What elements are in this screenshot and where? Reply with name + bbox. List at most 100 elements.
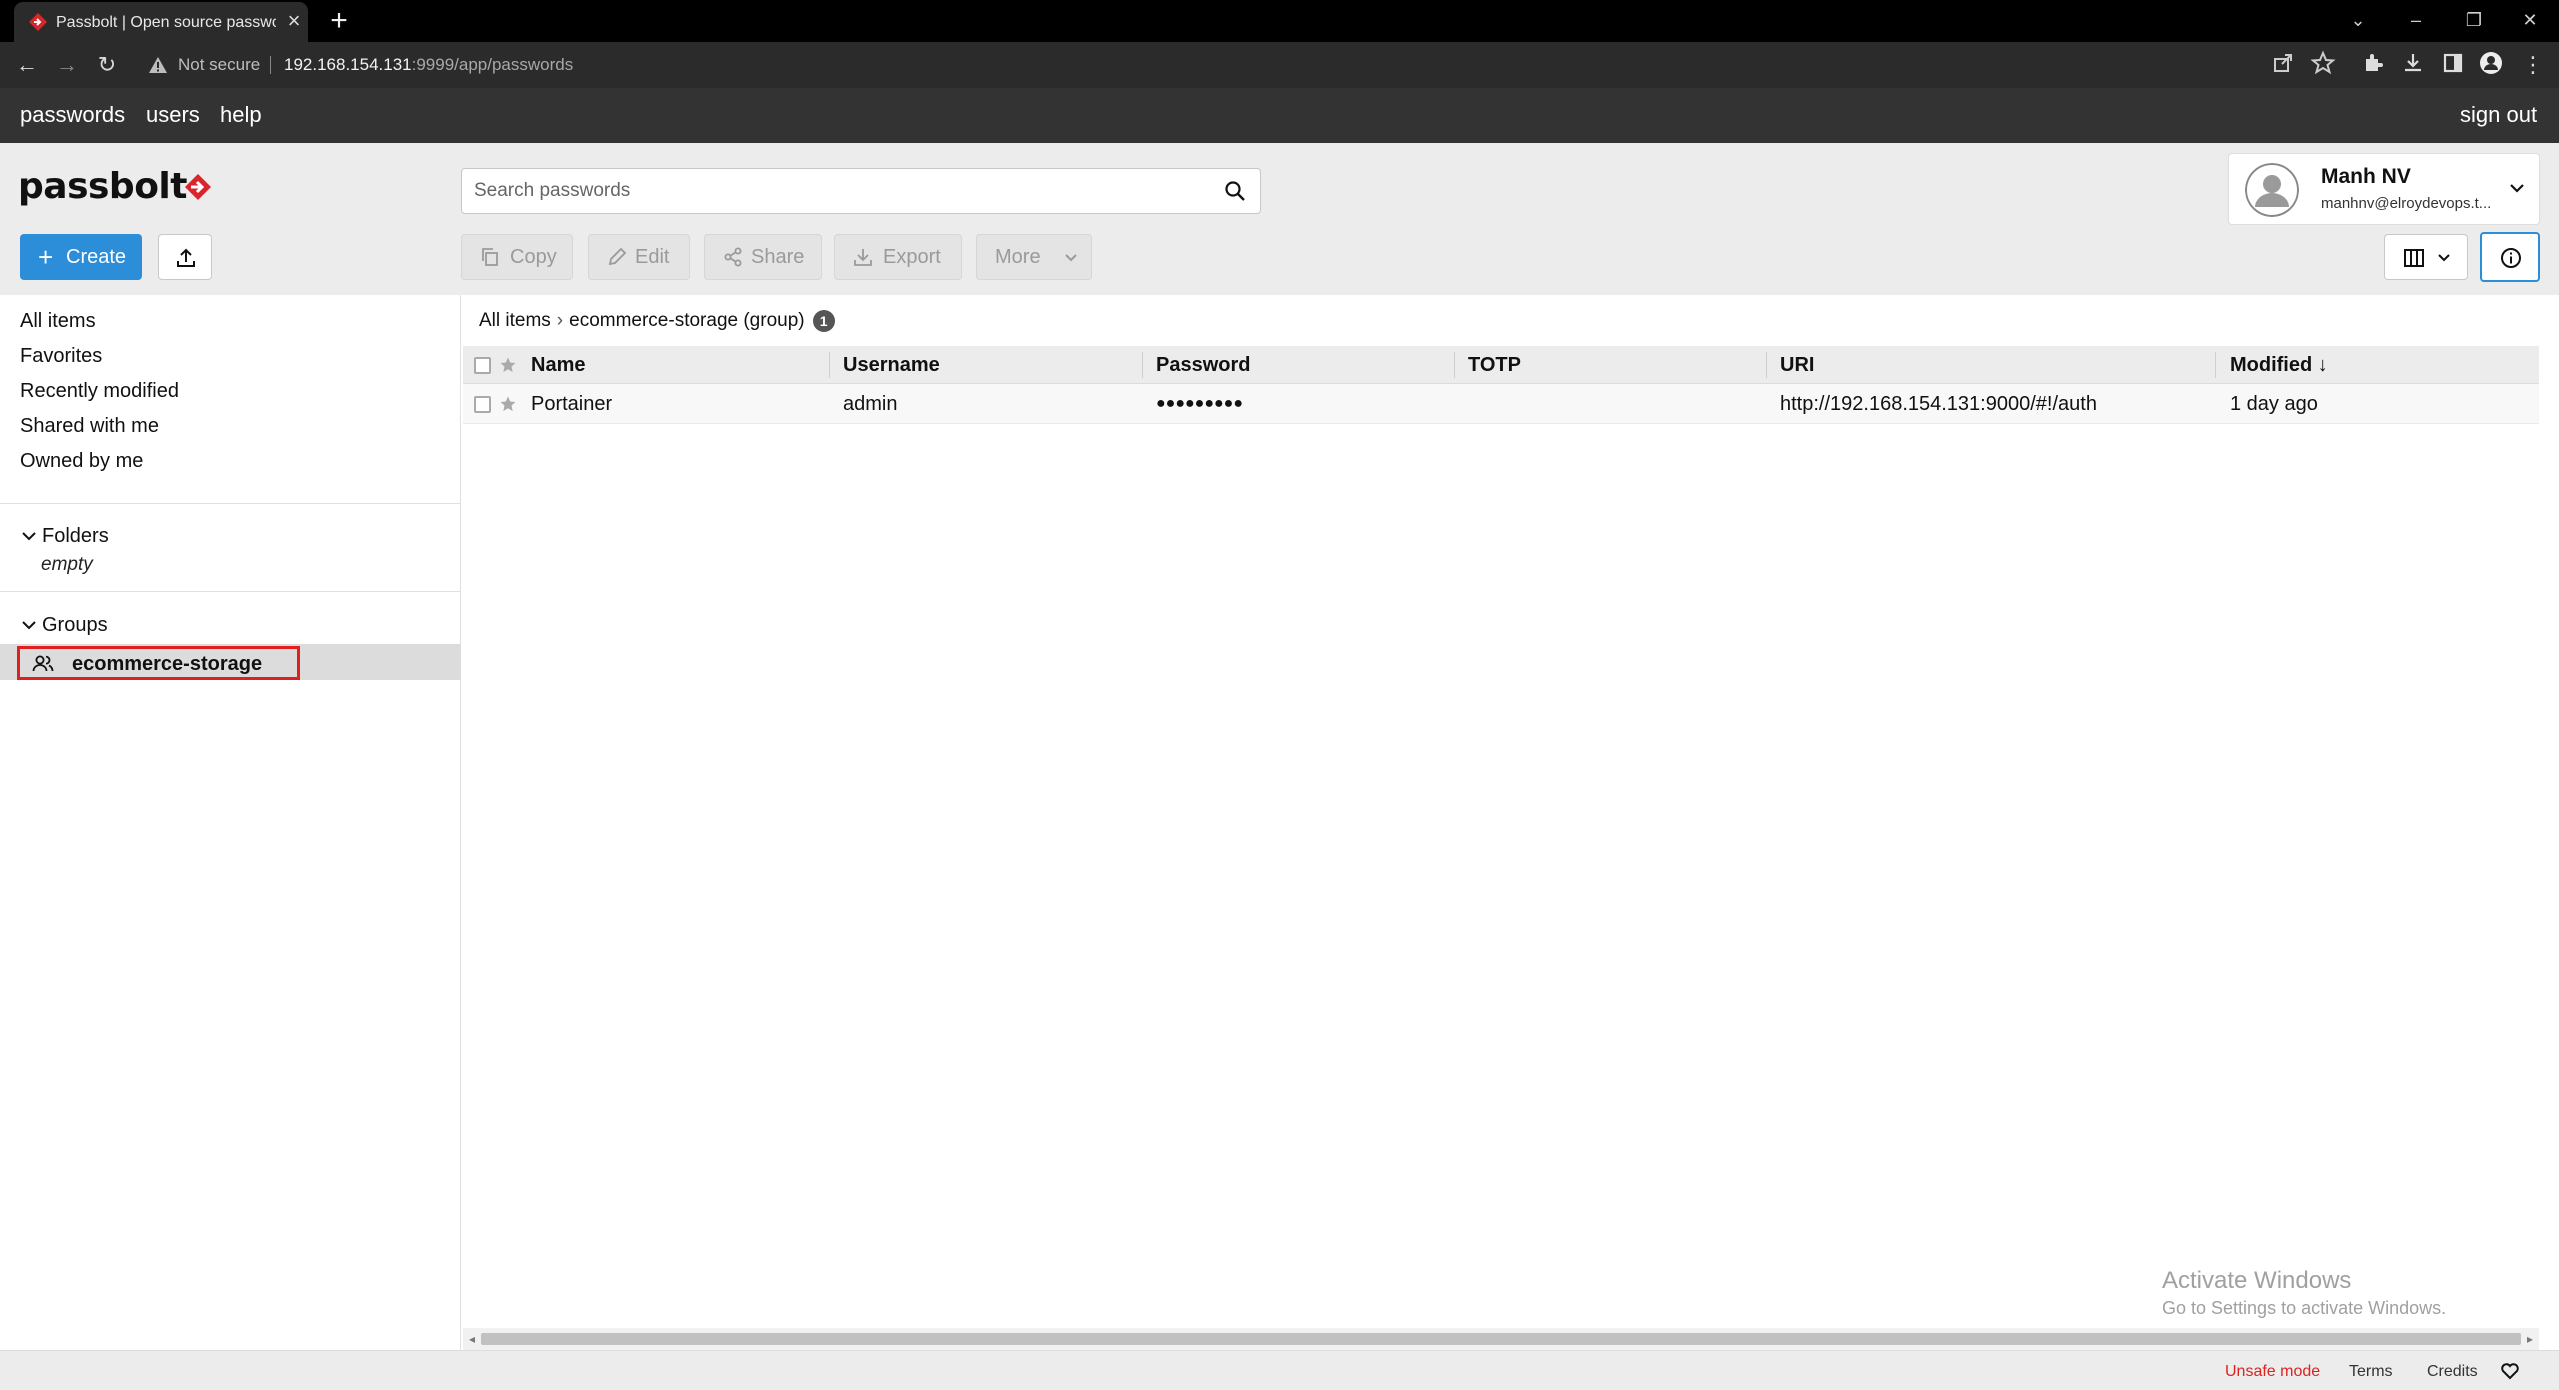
folders-header[interactable]: Folders: [20, 523, 220, 549]
heart-icon[interactable]: [2500, 1361, 2520, 1381]
minimize-icon[interactable]: –: [2396, 4, 2436, 36]
extensions-icon[interactable]: [2360, 50, 2386, 76]
new-tab-icon[interactable]: +: [324, 6, 354, 36]
url-text[interactable]: 192.168.154.131:9999/app/passwords: [284, 54, 573, 76]
filter-shared-with-me[interactable]: Shared with me: [20, 413, 159, 439]
column-uri[interactable]: URI: [1780, 346, 1814, 384]
column-password[interactable]: Password: [1156, 346, 1250, 384]
row-checkbox[interactable]: [474, 396, 491, 413]
terms-link[interactable]: Terms: [2349, 1361, 2393, 1383]
copy-label: Copy: [510, 246, 557, 268]
breadcrumb-root[interactable]: All items: [479, 307, 551, 335]
download-icon[interactable]: [2400, 50, 2426, 76]
share-page-icon[interactable]: [2270, 50, 2296, 76]
create-button[interactable]: + Create: [20, 234, 142, 280]
export-icon: [854, 249, 872, 266]
search-box: [461, 168, 1261, 214]
column-modified[interactable]: Modified ↓: [2230, 346, 2328, 384]
omnibox[interactable]: Not secure 192.168.154.131:9999/app/pass…: [136, 48, 2296, 82]
scrollbar-thumb[interactable]: [481, 1333, 2521, 1345]
column-resize-handle[interactable]: [1454, 352, 1455, 378]
sidebar-divider: [0, 503, 461, 504]
cell-name[interactable]: Portainer: [531, 384, 612, 424]
reload-icon[interactable]: ↻: [92, 50, 122, 80]
scroll-right-icon[interactable]: ▸: [2523, 1331, 2537, 1347]
share-button[interactable]: Share: [704, 234, 822, 280]
close-window-icon[interactable]: ✕: [2510, 4, 2550, 36]
column-resize-handle[interactable]: [829, 352, 830, 378]
not-secure-label[interactable]: Not secure: [178, 54, 260, 76]
bookmark-star-icon[interactable]: [2310, 50, 2336, 76]
nav-users[interactable]: users: [146, 102, 200, 128]
tab-search-icon[interactable]: ⌄: [2338, 4, 2378, 36]
import-button[interactable]: [158, 234, 212, 280]
column-totp[interactable]: TOTP: [1468, 346, 1521, 384]
nav-help[interactable]: help: [220, 102, 262, 128]
groups-header[interactable]: Groups: [20, 612, 220, 638]
info-button[interactable]: [2480, 232, 2540, 282]
groups-label: Groups: [42, 614, 108, 636]
browser-tab[interactable]: Passbolt | Open source password manager …: [14, 2, 308, 42]
sidebar-item-ecommerce-storage[interactable]: ecommerce-storage: [0, 644, 461, 680]
breadcrumb-current[interactable]: ecommerce-storage (group): [569, 307, 804, 335]
horizontal-scrollbar[interactable]: ◂ ▸: [463, 1328, 2539, 1350]
grid-header: Name Username Password TOTP URI Modified…: [463, 346, 2539, 384]
password-grid: Name Username Password TOTP URI Modified…: [463, 346, 2539, 1326]
group-label: ecommerce-storage: [72, 653, 263, 675]
sign-out-link[interactable]: sign out: [2460, 102, 2537, 128]
columns-icon: [2404, 249, 2424, 267]
forward-icon[interactable]: →: [52, 50, 82, 80]
unsafe-mode-link[interactable]: Unsafe mode: [2225, 1361, 2320, 1383]
back-icon[interactable]: ←: [12, 50, 42, 80]
search-input[interactable]: [462, 169, 1202, 213]
filter-owned-by-me[interactable]: Owned by me: [20, 448, 143, 474]
app-header: passbolt Manh NV manhnv@elroydevops.t...…: [0, 143, 2559, 295]
user-email: manhnv@elroydevops.t...: [2321, 195, 2492, 212]
column-resize-handle[interactable]: [1142, 352, 1143, 378]
scroll-left-icon[interactable]: ◂: [465, 1331, 479, 1347]
logo-text: passbolt: [18, 166, 187, 207]
cell-password[interactable]: ●●●●●●●●●: [1156, 384, 1243, 424]
restore-icon[interactable]: ❐: [2454, 4, 2494, 36]
column-username[interactable]: Username: [843, 346, 940, 384]
chevron-down-icon: [1065, 254, 1077, 262]
select-all-checkbox[interactable]: [474, 357, 491, 374]
chevron-down-icon: [2438, 254, 2450, 262]
copy-button[interactable]: Copy: [461, 234, 573, 280]
chevron-down-icon[interactable]: [2507, 178, 2527, 198]
columns-button[interactable]: [2384, 234, 2468, 280]
filter-recently-modified[interactable]: Recently modified: [20, 378, 179, 404]
chevron-down-icon: [22, 621, 36, 630]
sidebar: All items Favorites Recently modified Sh…: [0, 295, 461, 1350]
cell-username[interactable]: admin: [843, 384, 897, 424]
windows-activation-watermark: Activate Windows Go to Settings to activ…: [2162, 1266, 2446, 1320]
filter-favorites[interactable]: Favorites: [20, 343, 102, 369]
upload-icon: [177, 248, 195, 267]
search-icon[interactable]: [1224, 180, 1246, 202]
filter-all-items[interactable]: All items: [20, 308, 96, 334]
create-label: Create: [66, 246, 127, 268]
breadcrumb-separator: ›: [556, 310, 564, 331]
tab-close-icon[interactable]: ×: [282, 9, 306, 33]
column-resize-handle[interactable]: [2215, 352, 2216, 378]
export-button[interactable]: Export: [834, 234, 962, 280]
edit-icon: [608, 247, 627, 266]
favorite-star-icon[interactable]: [499, 395, 517, 413]
side-panel-icon[interactable]: [2440, 50, 2466, 76]
column-resize-handle[interactable]: [1766, 352, 1767, 378]
folders-label: Folders: [42, 525, 109, 547]
browser-address-bar: ← → ↻ Not secure 192.168.154.131:9999/ap…: [0, 42, 2559, 88]
cell-uri[interactable]: http://192.168.154.131:9000/#!/auth: [1780, 384, 2097, 424]
app-footer: Unsafe mode Terms Credits: [0, 1350, 2559, 1390]
column-name[interactable]: Name: [531, 346, 585, 384]
nav-passwords[interactable]: passwords: [20, 102, 125, 128]
breadcrumb: All items › ecommerce-storage (group) 1: [479, 307, 835, 335]
profile-icon[interactable]: [2478, 50, 2504, 76]
edit-button[interactable]: Edit: [588, 234, 690, 280]
credits-link[interactable]: Credits: [2427, 1361, 2478, 1383]
plus-icon: +: [38, 242, 54, 272]
user-badge[interactable]: Manh NV manhnv@elroydevops.t...: [2228, 153, 2540, 225]
more-button[interactable]: More: [976, 234, 1092, 280]
table-row[interactable]: Portainer admin ●●●●●●●●● http://192.168…: [463, 384, 2539, 424]
browser-menu-icon[interactable]: ⋮: [2518, 50, 2548, 80]
